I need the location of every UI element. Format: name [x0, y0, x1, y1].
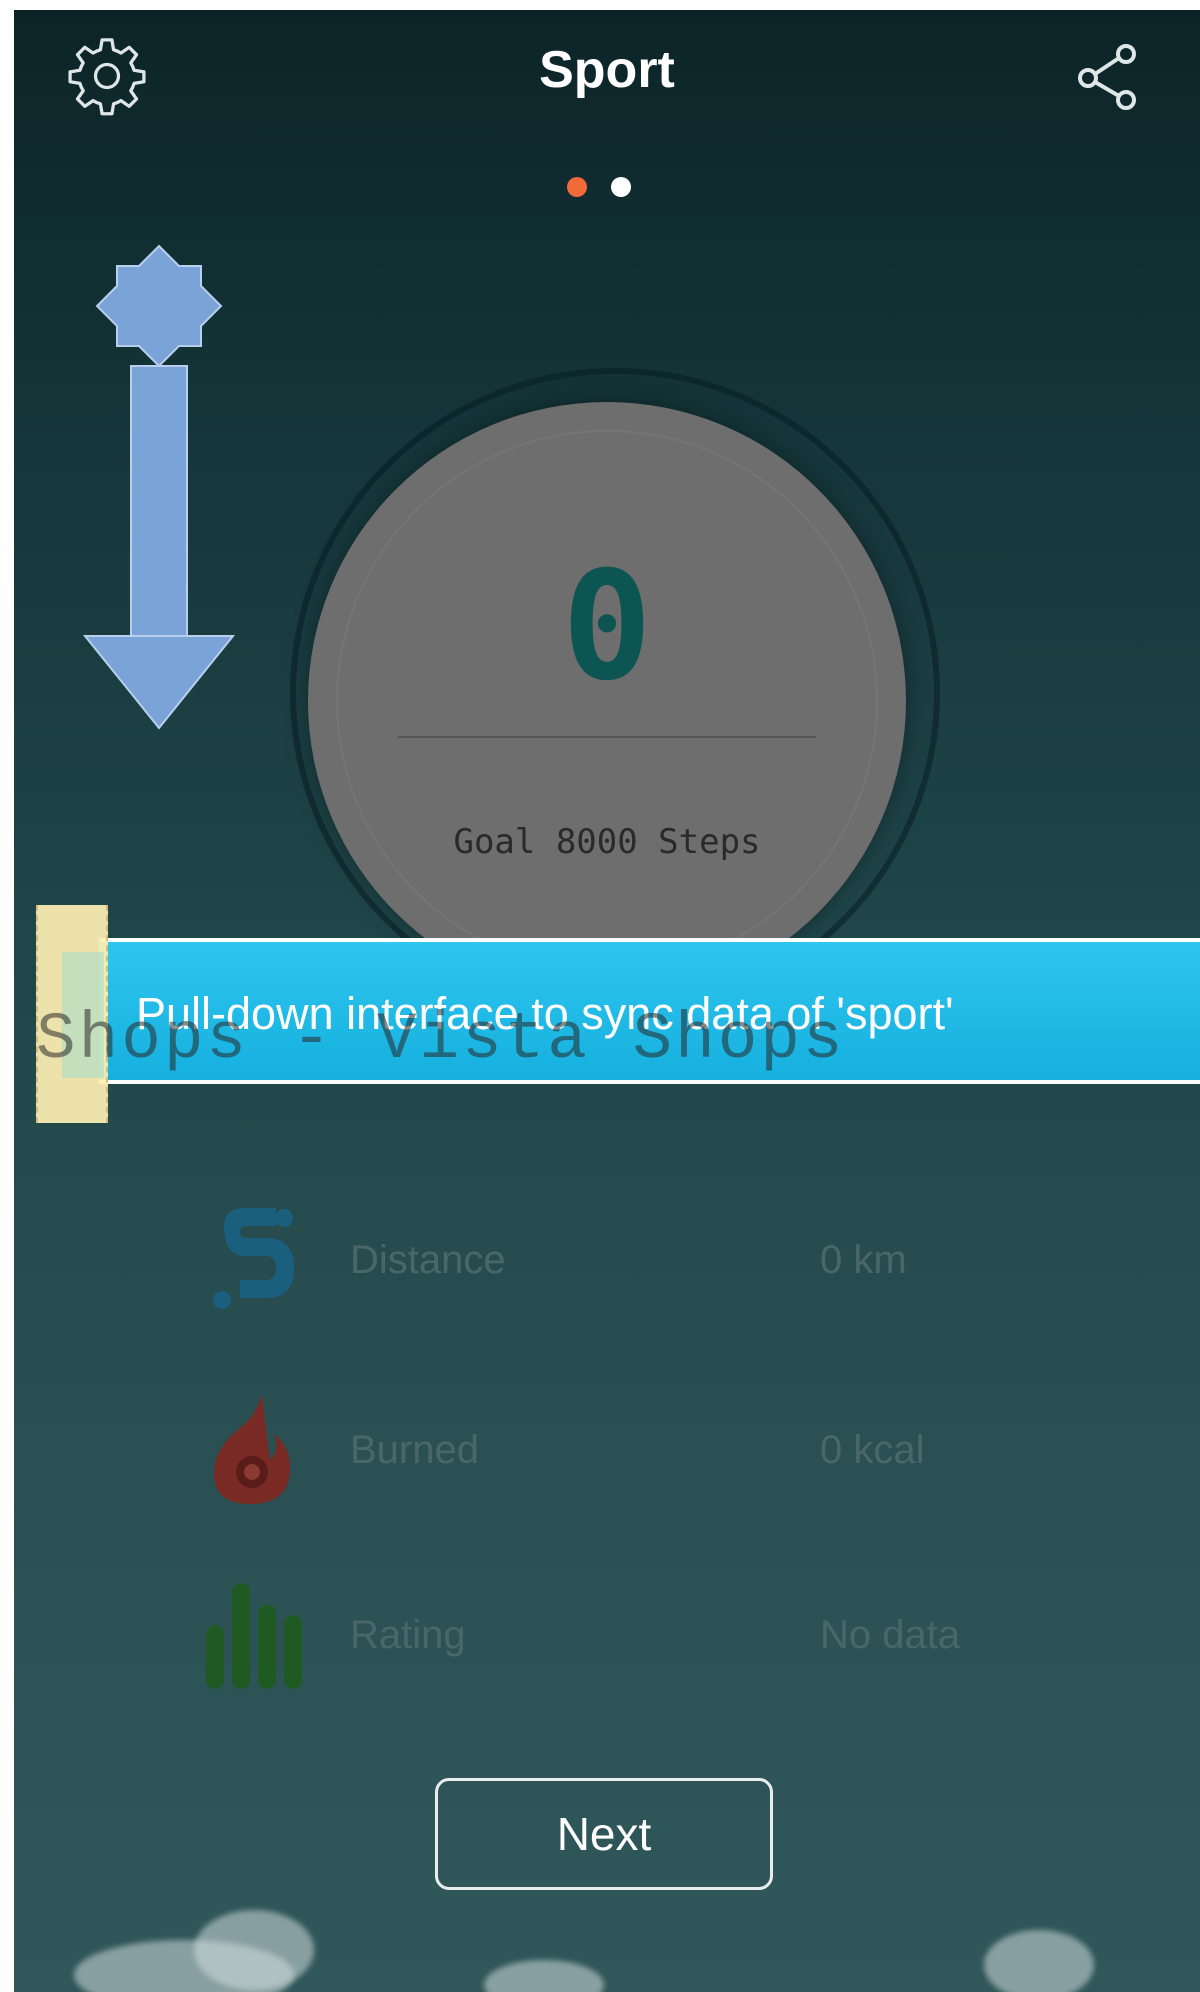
step-count: 0	[561, 540, 653, 714]
page-indicator[interactable]	[567, 177, 647, 201]
rating-bars-icon	[206, 1583, 302, 1689]
stat-label: Rating	[350, 1613, 466, 1657]
next-button[interactable]: Next	[435, 1778, 773, 1890]
page-title: Sport	[539, 41, 675, 99]
stat-row-distance: Distance 0 km	[14, 1200, 1200, 1320]
stat-label: Distance	[350, 1238, 506, 1282]
top-bar: Sport	[14, 10, 1200, 140]
page-dot[interactable]	[611, 177, 631, 197]
step-dial: 0 Goal 8000 Steps	[308, 402, 906, 1000]
stat-value: 0 kcal	[820, 1428, 925, 1472]
step-goal: Goal 8000 Steps	[453, 822, 761, 862]
distance-icon	[213, 1208, 294, 1309]
stat-label: Burned	[350, 1428, 479, 1472]
sport-screen: Sport 0 Goal 8000 Steps Pull-down interf…	[14, 10, 1200, 1992]
up-down-arrow-icon	[82, 244, 236, 730]
stat-value: 0 km	[820, 1238, 907, 1282]
stat-row-burned: Burned 0 kcal	[14, 1390, 1200, 1510]
stat-value: No data	[820, 1613, 961, 1657]
dial-divider	[398, 736, 816, 738]
page-dot-active[interactable]	[567, 177, 587, 197]
flame-icon	[214, 1394, 290, 1504]
stat-row-rating: Rating No data	[14, 1575, 1200, 1695]
share-icon[interactable]	[1074, 42, 1144, 112]
watermark: Shops - Vista Shops	[36, 1002, 846, 1077]
